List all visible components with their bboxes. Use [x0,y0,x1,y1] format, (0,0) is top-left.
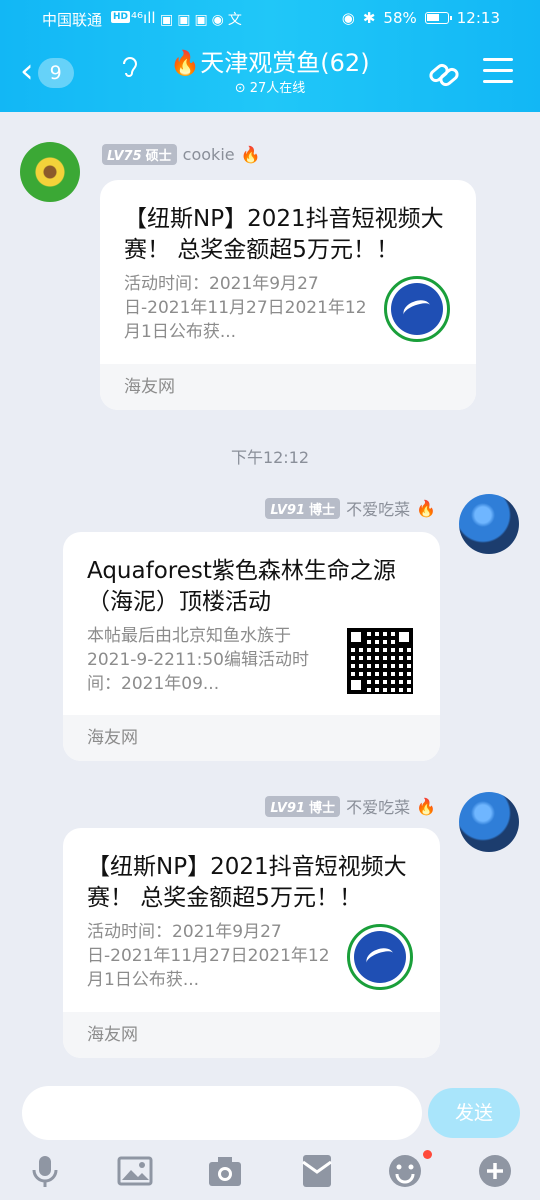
page-title: 🔥天津观赏鱼(62) [170,49,370,77]
card-title: 【纽斯NP】2021抖音短视频大赛！ 总奖金额超5万元！！ [87,854,407,911]
menu-icon[interactable] [483,58,513,86]
card-description: 活动时间：2021年9月27日-2021年11月27日2021年12月1日公布获… [87,922,330,990]
unread-badge: 9 [37,58,74,88]
card-thumbnail [347,924,413,990]
avatar[interactable] [459,792,519,852]
flame-icon: 🔥 [416,796,436,816]
flame-icon: 🔥 [416,498,436,518]
signal-icon: ⁴⁶ıll [131,9,156,27]
message-input[interactable] [22,1086,422,1140]
level-badge: LV91 博士 [265,795,341,817]
card-title: 【纽斯NP】2021抖音短视频大赛！ 总奖金额超5万元！！ [124,206,444,263]
sender-name: 不爱吃菜 [346,500,411,519]
card-thumbnail [384,276,450,342]
link-card[interactable]: 【纽斯NP】2021抖音短视频大赛！ 总奖金额超5万元！！ 活动时间：2021年… [63,828,440,1058]
sender-name: 不爱吃菜 [346,798,411,817]
image-icon[interactable] [116,1152,154,1190]
header: 中国联通 HD ⁴⁶ıll ▣▣▣◉文 ◉ ✱ 58% 12:13 ‹ 9 🔥天… [0,0,540,112]
red-packet-icon[interactable] [298,1152,336,1190]
chat-title-area[interactable]: 🔥天津观赏鱼(62) ⊙ 27人在线 [120,48,420,98]
carrier: 中国联通 [42,11,103,29]
link-icon[interactable] [426,56,462,92]
camera-icon[interactable] [206,1152,244,1190]
hd-icon: HD [111,11,131,23]
flame-icon: 🔥 [240,145,261,164]
sender-name: cookie [182,145,235,164]
ear-icon[interactable] [120,54,140,83]
emoji-icon[interactable] [386,1152,424,1190]
card-title: Aquaforest紫色森林生命之源（海泥）顶楼活动 [87,558,396,615]
bluetooth-icon: ✱ [362,9,376,27]
sender-meta: LV91 博士 不爱吃菜 🔥 [265,496,436,520]
level-badge: LV75 硕士 [102,144,177,165]
level-badge: LV91 博士 [265,497,341,519]
avatar[interactable] [459,494,519,554]
avatar[interactable] [20,142,80,202]
clock: 12:13 [456,9,500,27]
card-description: 本帖最后由北京知鱼水族于 2021-9-2211:50编辑活动时间：2021年0… [87,626,309,694]
status-right: ◉ ✱ 58% 12:13 [342,9,500,27]
card-source: 海友网 [100,364,476,410]
eye-icon: ◉ [341,9,355,27]
battery-icon [424,12,452,24]
title-bar: ‹ 9 🔥天津观赏鱼(62) ⊙ 27人在线 [0,40,540,106]
mic-icon[interactable] [26,1152,64,1190]
plus-icon[interactable] [476,1152,514,1190]
back-button[interactable]: ‹ 9 [20,51,86,91]
online-count: ⊙ 27人在线 [234,81,306,96]
qr-code-thumbnail [347,628,413,694]
sender-meta: LV91 博士 不爱吃菜 🔥 [265,794,436,818]
sender-meta: LV75 硕士 cookie 🔥 [102,144,261,165]
card-source: 海友网 [63,715,440,761]
notification-icons: ▣▣▣◉文 [160,12,246,28]
status-bar: 中国联通 HD ⁴⁶ıll ▣▣▣◉文 ◉ ✱ 58% 12:13 [0,0,540,36]
send-button[interactable]: 发送 [428,1088,520,1138]
link-card[interactable]: Aquaforest紫色森林生命之源（海泥）顶楼活动 本帖最后由北京知鱼水族于 … [63,532,440,761]
chevron-left-icon: ‹ [20,51,34,91]
card-source: 海友网 [63,1012,440,1058]
notification-dot [423,1150,432,1159]
time-divider: 下午12:12 [230,448,310,467]
input-toolbar [0,1150,540,1200]
battery-percent: 58% [383,9,417,27]
link-card[interactable]: 【纽斯NP】2021抖音短视频大赛！ 总奖金额超5万元！！ 活动时间：2021年… [100,180,476,410]
card-description: 活动时间：2021年9月27日-2021年11月27日2021年12月1日公布获… [124,274,367,342]
